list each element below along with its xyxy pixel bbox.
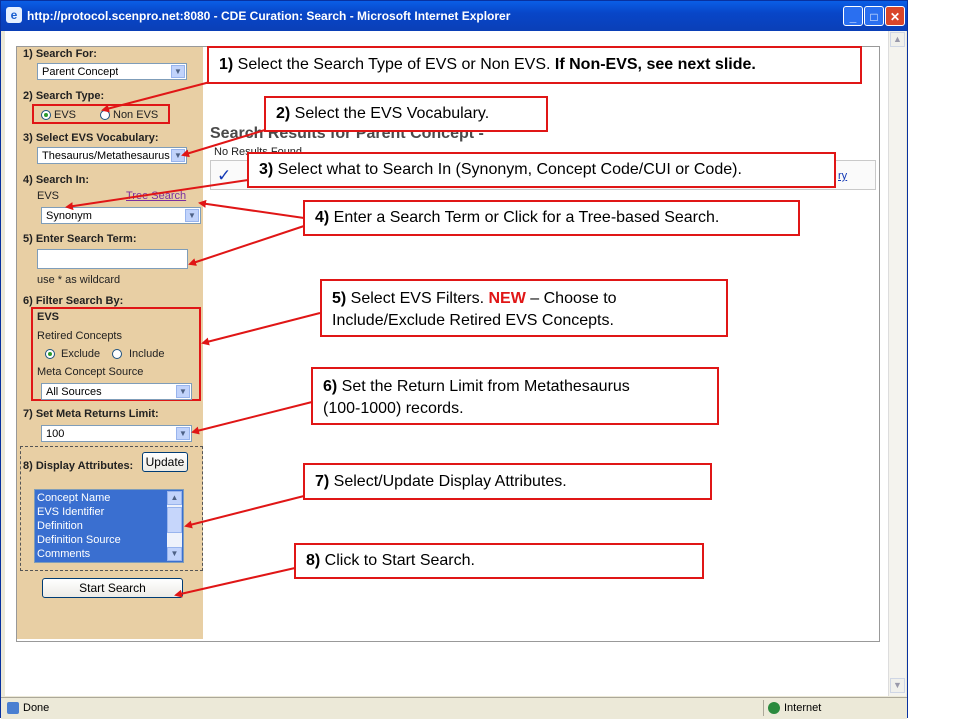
callout-6-num: 6) — [323, 378, 338, 395]
callout-3-num: 3) — [259, 161, 274, 178]
callout-8-num: 8) — [306, 552, 321, 569]
callout-8-text: Click to Start Search. — [320, 552, 475, 569]
arrow-4a — [198, 199, 305, 219]
callout-4-text: Enter a Search Term or Click for a Tree-… — [329, 209, 720, 226]
callout-4-num: 4) — [315, 209, 330, 226]
arrow-6 — [191, 401, 313, 435]
arrow-3 — [65, 179, 249, 211]
callout-1-text: Select the Search Type of EVS or Non EVS… — [233, 56, 555, 73]
callout-1: 1) Select the Search Type of EVS or Non … — [207, 46, 862, 84]
callout-1-num: 1) — [219, 56, 234, 73]
callout-5-new: NEW — [488, 290, 526, 307]
arrow-4b — [188, 225, 305, 266]
callout-5-num: 5) — [332, 290, 347, 307]
callout-6-text: Set the Return Limit from Metathesaurus — [337, 378, 630, 395]
callout-3-text: Select what to Search In (Synonym, Conce… — [273, 161, 742, 178]
callout-2-text: Select the EVS Vocabulary. — [290, 105, 490, 122]
callout-5-line2: Include/Exclude Retired EVS Concepts. — [332, 312, 614, 329]
callout-7: 7) Select/Update Display Attributes. — [303, 463, 712, 500]
callout-2-num: 2) — [276, 105, 291, 122]
callout-8: 8) Click to Start Search. — [294, 543, 704, 579]
callout-1-bold: If Non-EVS, see next slide. — [554, 56, 756, 73]
callout-5: 5) Select EVS Filters. NEW – Choose to In… — [320, 279, 728, 337]
callout-6-line2: (100-1000) records. — [323, 400, 464, 417]
callout-6: 6) Set the Return Limit from Metathesaur… — [311, 367, 719, 425]
callout-7-num: 7) — [315, 473, 330, 490]
callout-3: 3) Select what to Search In (Synonym, Co… — [247, 152, 836, 188]
callout-5-rest: – Choose to — [525, 290, 617, 307]
arrow-7 — [184, 495, 305, 529]
arrow-5 — [201, 312, 321, 346]
callout-7-text: Select/Update Display Attributes. — [329, 473, 567, 490]
arrow-8 — [174, 567, 296, 598]
callout-5-text: Select EVS Filters. — [346, 290, 489, 307]
callout-2: 2) Select the EVS Vocabulary. — [264, 96, 548, 132]
arrow-1 — [101, 81, 211, 113]
callout-4: 4) Enter a Search Term or Click for a Tr… — [303, 200, 800, 236]
